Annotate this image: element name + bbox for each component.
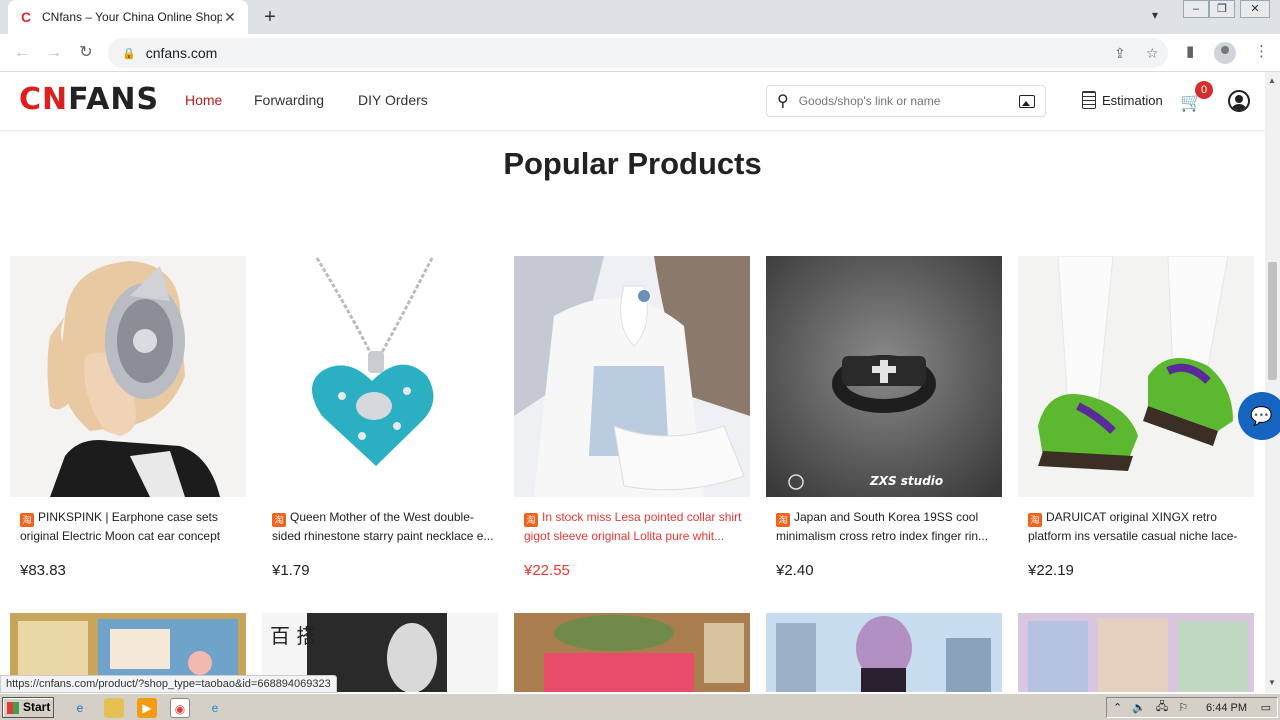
product-card[interactable]: ZXS studio 淘 Japan and South Korea 19SS c… bbox=[766, 256, 1002, 579]
scroll-thumb[interactable] bbox=[1268, 262, 1277, 380]
reload-icon[interactable]: ↻ bbox=[74, 42, 98, 64]
search-icon[interactable]: ⚲ bbox=[777, 91, 789, 111]
product-image-sneakers[interactable] bbox=[1018, 256, 1254, 497]
tray-expand-icon[interactable]: ⌃ bbox=[1113, 701, 1122, 714]
folder-icon[interactable] bbox=[104, 698, 124, 718]
product-image-ring[interactable]: ZXS studio bbox=[766, 256, 1002, 497]
address-bar[interactable]: 🔒 cnfans.com ⇪ ☆ bbox=[108, 38, 1168, 68]
logo-fans: FANS bbox=[68, 82, 160, 117]
browser-menu-icon[interactable]: ⋮ bbox=[1254, 42, 1269, 60]
new-tab-button[interactable]: + bbox=[258, 6, 282, 28]
product-price: ¥1.79 bbox=[272, 562, 310, 579]
cnfans-favicon-icon: C bbox=[20, 9, 32, 25]
product-name[interactable]: 淘 In stock miss Lesa pointed collar shirt… bbox=[514, 508, 750, 544]
product-card[interactable]: 淘 Queen Mother of the West double-sided r… bbox=[262, 256, 498, 579]
product-image-headphones[interactable] bbox=[10, 256, 246, 497]
cart-count-badge: 0 bbox=[1195, 81, 1213, 99]
network-icon[interactable]: 🖧 bbox=[1156, 698, 1168, 717]
forward-icon[interactable]: → bbox=[42, 42, 66, 64]
browser-tab-strip: C CNfans – Your China Online Shopping ✕ … bbox=[0, 0, 1280, 34]
product-card[interactable]: 淘 DARUICAT original XINGX retro platform … bbox=[1018, 256, 1254, 579]
ie-icon[interactable]: e bbox=[70, 698, 90, 718]
browser-toolbar: ← → ↻ 🔒 cnfans.com ⇪ ☆ ▮ ⋮ bbox=[0, 34, 1280, 72]
estimation-button[interactable]: Estimation bbox=[1082, 91, 1163, 109]
volume-icon[interactable]: 🔈 bbox=[1132, 701, 1146, 714]
clock: 6:44 PM bbox=[1206, 701, 1247, 714]
tab-search-chevron-icon[interactable]: ▾ bbox=[1152, 8, 1158, 22]
product-image-gothic-dress[interactable] bbox=[766, 613, 1002, 692]
os-taskbar: Start e ▶ ◉ e ⌃ 🔈 🖧 ⚐ 6:44 PM ▭ bbox=[0, 693, 1280, 720]
scroll-up-icon[interactable]: ▲ bbox=[1268, 76, 1276, 85]
chat-icon[interactable]: 💬 bbox=[1238, 392, 1280, 440]
product-name[interactable]: 淘 PINKSPINK | Earphone case sets original… bbox=[10, 508, 246, 544]
scroll-down-icon[interactable]: ▼ bbox=[1268, 678, 1276, 687]
profile-avatar-icon[interactable] bbox=[1214, 42, 1236, 64]
system-tray: ⌃ 🔈 🖧 ⚐ 6:44 PM ▭ bbox=[1106, 697, 1278, 718]
share-icon[interactable]: ⇪ bbox=[1114, 38, 1126, 68]
status-url: https://cnfans.com/product/?shop_type=ta… bbox=[0, 675, 337, 693]
browser-tab[interactable]: C CNfans – Your China Online Shopping ✕ bbox=[8, 0, 248, 34]
chrome-icon[interactable]: ◉ bbox=[170, 698, 190, 718]
search-input[interactable] bbox=[798, 94, 1019, 108]
address-text: cnfans.com bbox=[145, 45, 218, 61]
product-card[interactable]: 淘 In stock miss Lesa pointed collar shirt… bbox=[514, 256, 750, 579]
product-image-lolita-shirt[interactable] bbox=[514, 256, 750, 497]
row2-chinese-text: 百 搭 bbox=[270, 624, 316, 648]
cnfans-logo[interactable]: CNFANS bbox=[19, 82, 159, 117]
product-name[interactable]: 淘 Japan and South Korea 19SS cool minimal… bbox=[766, 508, 1002, 544]
nav-home[interactable]: Home bbox=[185, 92, 222, 108]
restore-button[interactable]: ❐ bbox=[1209, 0, 1235, 18]
logo-cn: CN bbox=[19, 82, 69, 117]
section-title: Popular Products bbox=[503, 146, 762, 181]
product-price: ¥83.83 bbox=[20, 562, 66, 579]
product-card[interactable]: 淘 PINKSPINK | Earphone case sets original… bbox=[10, 256, 246, 579]
lock-icon: 🔒 bbox=[122, 47, 136, 60]
taobao-badge-icon: 淘 bbox=[1028, 513, 1042, 527]
image-search-icon[interactable] bbox=[1019, 94, 1035, 108]
taobao-badge-icon: 淘 bbox=[524, 513, 538, 527]
site-header: CNFANS Home Forwarding DIY Orders ⚲ Esti… bbox=[0, 72, 1265, 131]
show-desktop-icon[interactable]: ▭ bbox=[1261, 701, 1271, 714]
nav-forwarding[interactable]: Forwarding bbox=[254, 92, 324, 108]
product-name[interactable]: 淘 Queen Mother of the West double-sided r… bbox=[262, 508, 498, 544]
product-price: ¥2.40 bbox=[776, 562, 814, 579]
product-image-necklace[interactable] bbox=[262, 256, 498, 497]
bookmark-star-icon[interactable]: ☆ bbox=[1146, 38, 1159, 68]
search-box: ⚲ bbox=[766, 85, 1046, 117]
tab-title: CNfans – Your China Online Shopping bbox=[42, 10, 222, 24]
product-image-jewelry-box[interactable] bbox=[514, 613, 750, 692]
taobao-badge-icon: 淘 bbox=[272, 513, 286, 527]
product-price: ¥22.55 bbox=[524, 562, 570, 579]
back-icon[interactable]: ← bbox=[10, 42, 34, 64]
start-button[interactable]: Start bbox=[2, 697, 54, 718]
edge-icon[interactable]: e bbox=[205, 698, 225, 718]
media-player-icon[interactable]: ▶ bbox=[137, 698, 157, 718]
nav-diy-orders[interactable]: DIY Orders bbox=[358, 92, 428, 108]
flag-icon[interactable]: ⚐ bbox=[1178, 701, 1188, 714]
product-image-sticker-sheet[interactable] bbox=[1018, 613, 1254, 692]
calculator-icon bbox=[1082, 91, 1096, 109]
tab-close-icon[interactable]: ✕ bbox=[222, 9, 238, 26]
taobao-badge-icon: 淘 bbox=[20, 513, 34, 527]
product-name[interactable]: 淘 DARUICAT original XINGX retro platform … bbox=[1018, 508, 1254, 544]
page-scrollbar[interactable]: ▲ ▼ bbox=[1265, 72, 1280, 693]
estimation-label: Estimation bbox=[1102, 92, 1163, 108]
product-price: ¥22.19 bbox=[1028, 562, 1074, 579]
account-icon[interactable] bbox=[1228, 90, 1250, 112]
side-panel-icon[interactable]: ▮ bbox=[1186, 42, 1194, 60]
minimize-button[interactable]: – bbox=[1183, 0, 1209, 18]
taobao-badge-icon: 淘 bbox=[776, 513, 790, 527]
window-close-button[interactable]: ✕ bbox=[1240, 0, 1270, 18]
ring-brand-caption: ZXS studio bbox=[869, 474, 943, 488]
